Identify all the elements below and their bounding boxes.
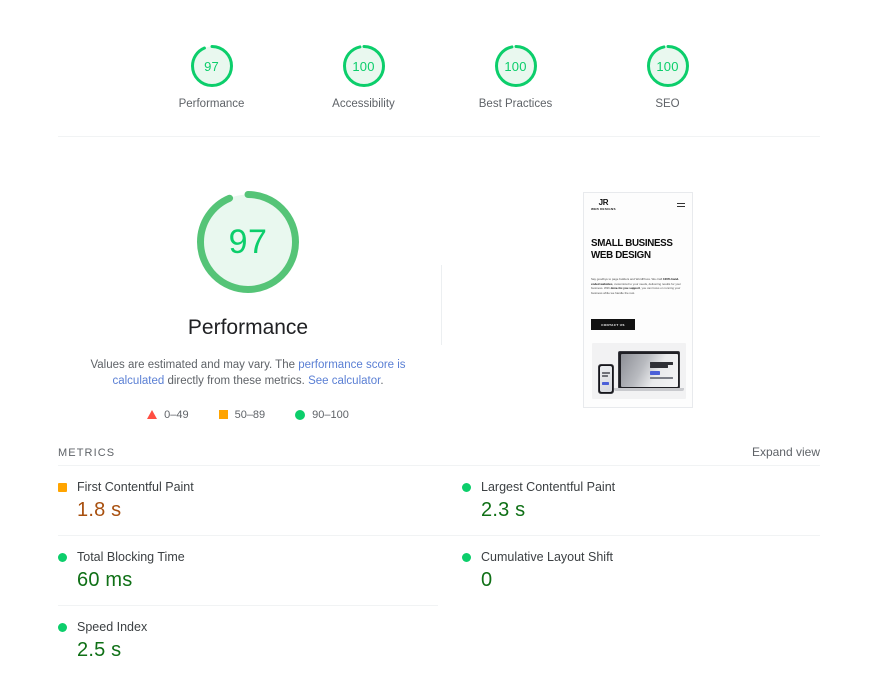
- logo-sub-text: WEB DESIGNS: [591, 208, 616, 211]
- metric-value: 60 ms: [77, 569, 414, 592]
- metrics-header: METRICS Expand view: [58, 445, 820, 459]
- category-label: Performance: [179, 98, 245, 110]
- metric-head: First Contentful Paint: [58, 480, 414, 494]
- metric-status-circle-icon: [58, 623, 67, 632]
- category-item-best-practices[interactable]: 100 Best Practices: [468, 44, 564, 110]
- metric-row[interactable]: Total Blocking Time 60 ms: [58, 535, 438, 605]
- metrics-grid: First Contentful Paint 1.8 s Total Blockin…: [58, 465, 820, 675]
- laptop-footer-bar: [650, 377, 673, 379]
- pagespeed-report: 97 Performance 100 Accessibility 100 Best Pra…: [0, 0, 879, 693]
- logo-main-text: JR: [599, 199, 609, 207]
- category-score-strip: 97 Performance 100 Accessibility 100 Best Pra…: [0, 44, 879, 110]
- category-item-performance[interactable]: 97 Performance: [164, 44, 260, 110]
- site-screenshot-thumbnail[interactable]: JR WEB DESIGNS SMALL BUSINESS WEB DESIGN…: [583, 192, 693, 408]
- score-legend: 0–49 50–89 90–100: [147, 409, 349, 421]
- metrics-section-title: METRICS: [58, 447, 115, 459]
- cta-label: CONTACT US: [601, 323, 625, 327]
- metric-status-square-icon: [58, 483, 67, 492]
- metric-name: Total Blocking Time: [77, 550, 185, 564]
- metric-head: Total Blocking Time: [58, 550, 414, 564]
- phone-screen: [600, 366, 612, 392]
- legend-item: 90–100: [295, 409, 349, 421]
- mini-gauge-score: 100: [342, 44, 386, 88]
- legend-label: 50–89: [235, 409, 266, 421]
- hamburger-menu-icon: [677, 203, 685, 207]
- performance-panel: 97 Performance Values are estimated and …: [58, 190, 438, 421]
- header-divider: [58, 136, 820, 137]
- vertical-divider: [441, 265, 442, 345]
- phone-line-1: [602, 372, 611, 373]
- see-calculator-link[interactable]: See calculator: [308, 375, 380, 387]
- mini-gauge: 100: [646, 44, 690, 88]
- mini-gauge: 100: [494, 44, 538, 88]
- description-text-1: Values are estimated and may vary. The: [90, 359, 298, 371]
- metric-row[interactable]: Largest Contentful Paint 2.3 s: [438, 465, 820, 535]
- category-label: Accessibility: [332, 98, 395, 110]
- laptop-heading-bar: [650, 362, 673, 365]
- metric-row[interactable]: Cumulative Layout Shift 0: [438, 535, 820, 605]
- description-text-3: .: [380, 375, 383, 387]
- laptop-screen: [621, 354, 678, 387]
- mini-gauge-score: 97: [190, 44, 234, 88]
- legend-item: 0–49: [147, 409, 188, 421]
- metric-name: Speed Index: [77, 620, 147, 634]
- phone-mockup: [598, 364, 614, 394]
- legend-label: 90–100: [312, 409, 349, 421]
- metric-name: First Contentful Paint: [77, 480, 194, 494]
- thumbnail-hero-image: [592, 343, 686, 399]
- laptop-base: [614, 388, 684, 391]
- performance-description: Values are estimated and may vary. The p…: [83, 357, 413, 390]
- thumbnail-cta-button: CONTACT US: [591, 319, 635, 330]
- metric-row[interactable]: Speed Index 2.5 s: [58, 605, 438, 675]
- legend-item: 50–89: [219, 409, 266, 421]
- metric-status-circle-icon: [58, 553, 67, 562]
- metric-row[interactable]: First Contentful Paint 1.8 s: [58, 465, 438, 535]
- mini-gauge-score: 100: [494, 44, 538, 88]
- laptop-subheading-bar: [650, 365, 668, 367]
- paragraph-lead: Say goodbye to page builders and WordPre…: [591, 277, 663, 281]
- thumbnail-inner: JR WEB DESIGNS SMALL BUSINESS WEB DESIGN…: [584, 193, 692, 407]
- thumbnail-headline: SMALL BUSINESS WEB DESIGN: [591, 238, 680, 262]
- metric-name: Cumulative Layout Shift: [481, 550, 613, 564]
- legend-circle-icon: [295, 410, 305, 420]
- metric-head: Speed Index: [58, 620, 414, 634]
- metric-value: 2.3 s: [481, 499, 820, 522]
- laptop-button-bar: [650, 371, 660, 375]
- metric-status-circle-icon: [462, 553, 471, 562]
- laptop-mockup: [618, 351, 680, 389]
- performance-score-value: 97: [196, 190, 300, 294]
- thumbnail-navbar: JR WEB DESIGNS: [584, 193, 692, 217]
- performance-gauge: 97: [196, 190, 300, 294]
- phone-line-2: [602, 375, 608, 376]
- metric-head: Largest Contentful Paint: [462, 480, 820, 494]
- category-label: SEO: [655, 98, 679, 110]
- description-text-2: directly from these metrics.: [164, 375, 308, 387]
- mini-gauge: 100: [342, 44, 386, 88]
- metric-value: 2.5 s: [77, 639, 414, 662]
- category-item-accessibility[interactable]: 100 Accessibility: [316, 44, 412, 110]
- page-title: Performance: [188, 316, 308, 340]
- metric-name: Largest Contentful Paint: [481, 480, 615, 494]
- phone-button: [602, 382, 609, 385]
- metric-value: 1.8 s: [77, 499, 414, 522]
- expand-view-button[interactable]: Expand view: [752, 445, 820, 459]
- metric-value: 0: [481, 569, 820, 592]
- category-item-seo[interactable]: 100 SEO: [620, 44, 716, 110]
- metric-status-circle-icon: [462, 483, 471, 492]
- mini-gauge-score: 100: [646, 44, 690, 88]
- category-label: Best Practices: [479, 98, 553, 110]
- mini-gauge: 97: [190, 44, 234, 88]
- metrics-column-right: Largest Contentful Paint 2.3 s Cumulative …: [438, 465, 820, 675]
- metrics-column-left: First Contentful Paint 1.8 s Total Blockin…: [58, 465, 438, 675]
- legend-triangle-icon: [147, 410, 157, 419]
- legend-square-icon: [219, 410, 228, 419]
- paragraph-bold-2: done-for-you support: [611, 286, 640, 290]
- legend-label: 0–49: [164, 409, 188, 421]
- metric-head: Cumulative Layout Shift: [462, 550, 820, 564]
- thumbnail-paragraph: Say goodbye to page builders and WordPre…: [591, 277, 683, 296]
- site-logo: JR WEB DESIGNS: [591, 199, 616, 211]
